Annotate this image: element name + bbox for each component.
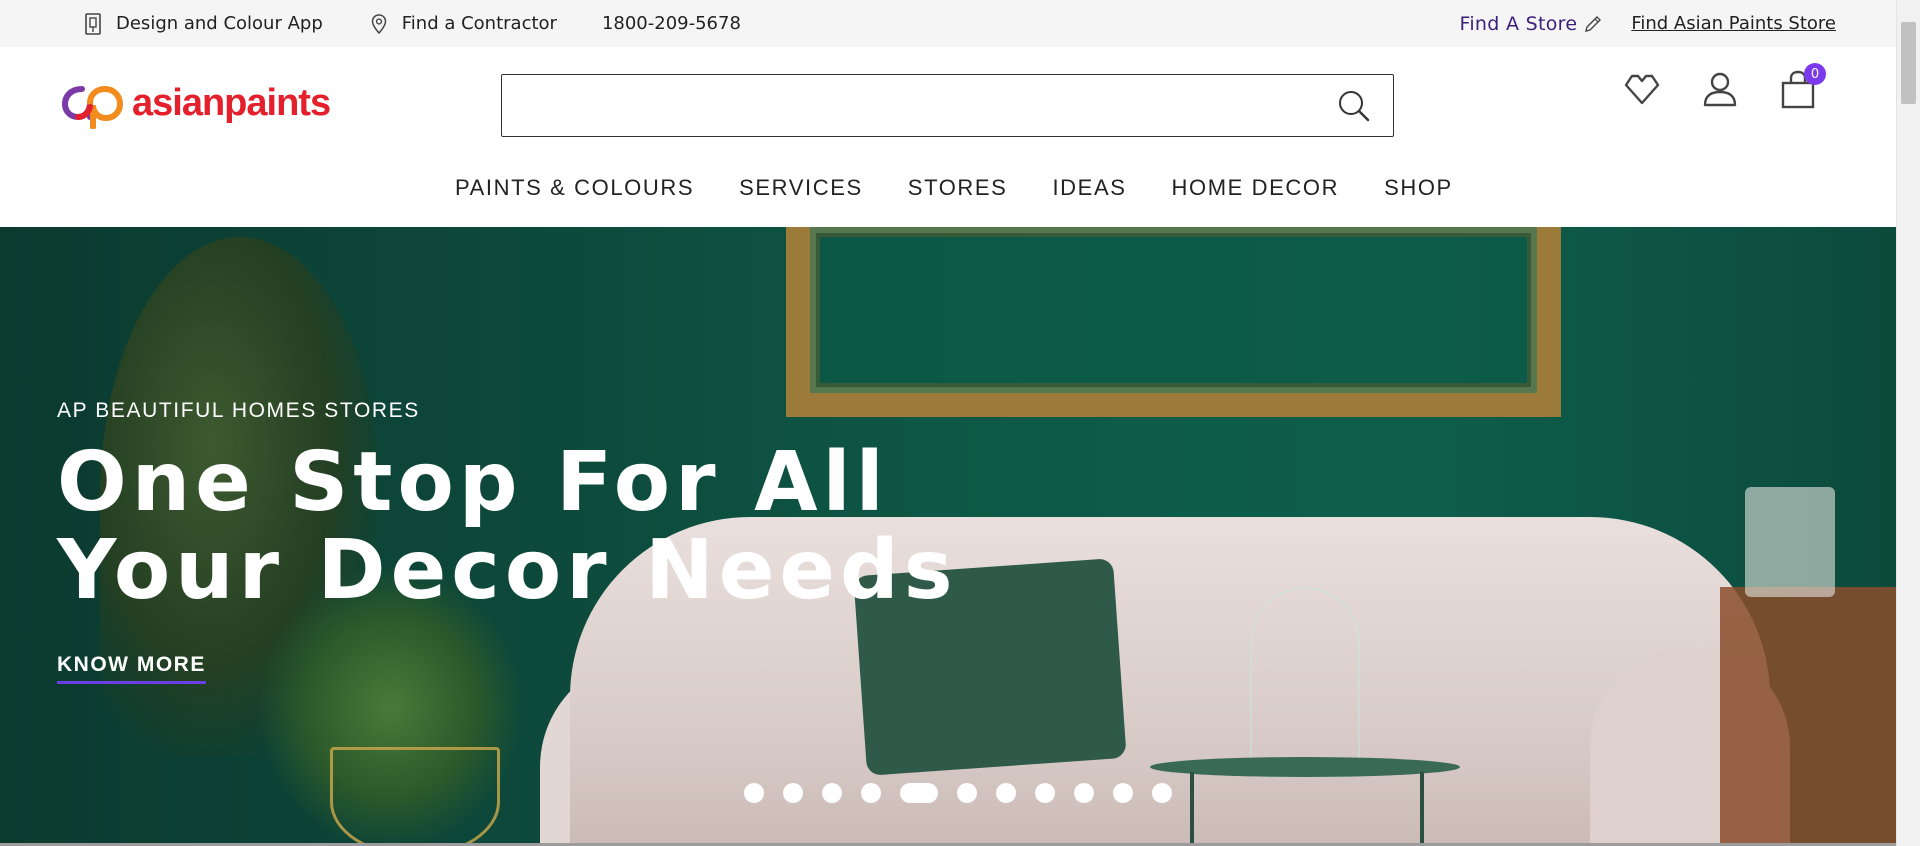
- shelf-art: [1720, 587, 1896, 846]
- find-contractor-link[interactable]: Find a Contractor: [368, 13, 557, 35]
- carousel-dot[interactable]: [744, 783, 764, 803]
- carousel-dot[interactable]: [783, 783, 803, 803]
- app-icon: [82, 12, 104, 35]
- carousel-dot[interactable]: [1113, 783, 1133, 803]
- find-a-store-link[interactable]: Find A Store: [1460, 13, 1604, 35]
- carousel-dot[interactable]: [861, 783, 881, 803]
- table-leg-art: [1420, 772, 1424, 846]
- nav-item-stores[interactable]: STORES: [908, 175, 1008, 201]
- asian-paints-logo[interactable]: asianpaints: [60, 77, 331, 129]
- pencil-icon: [1583, 14, 1603, 34]
- location-pin-icon: [368, 13, 390, 35]
- nav-item-services[interactable]: SERVICES: [739, 175, 863, 201]
- design-app-label: Design and Colour App: [116, 13, 323, 34]
- utility-bar: Design and Colour App Find a Contractor …: [0, 0, 1896, 47]
- find-asian-paints-store-link[interactable]: Find Asian Paints Store: [1631, 13, 1836, 34]
- heart-icon[interactable]: [1622, 69, 1662, 109]
- cart-count-badge: 0: [1804, 63, 1826, 85]
- utility-right: Find A Store Find Asian Paints Store: [1460, 0, 1837, 47]
- find-a-store-label: Find A Store: [1459, 12, 1578, 35]
- carousel-dots: [744, 783, 1191, 803]
- main-nav: PAINTS & COLOURS SERVICES STORES IDEAS H…: [455, 175, 1498, 201]
- scrollbar-thumb[interactable]: [1901, 22, 1916, 104]
- site-header: asianpaints 0 PAINTS & COLOURS SERVICES …: [0, 47, 1896, 227]
- hero-banner[interactable]: AP BEAUTIFUL HOMES STORES One Stop For A…: [0, 227, 1896, 846]
- carousel-dot[interactable]: [822, 783, 842, 803]
- phone-label: 1800-209-5678: [601, 13, 741, 34]
- glass-dome-art: [1250, 587, 1360, 777]
- search-input[interactable]: [502, 75, 1322, 133]
- nav-item-home-decor[interactable]: HOME DECOR: [1172, 175, 1340, 201]
- hero-headline-line1: One Stop For All: [57, 435, 889, 530]
- phone-number[interactable]: 1800-209-5678: [602, 13, 741, 34]
- carousel-dot[interactable]: [1074, 783, 1094, 803]
- carousel-dot[interactable]: [1152, 783, 1172, 803]
- vase-art: [1745, 487, 1835, 597]
- utility-links: Design and Colour App Find a Contractor …: [82, 0, 786, 47]
- hero-headline-line2: Your Decor Needs: [57, 523, 958, 618]
- search-icon[interactable]: [1337, 89, 1371, 123]
- know-more-link[interactable]: KNOW MORE: [57, 653, 206, 684]
- plant-pot-art: [330, 747, 500, 846]
- nav-item-ideas[interactable]: IDEAS: [1052, 175, 1126, 201]
- carousel-dot[interactable]: [996, 783, 1016, 803]
- nav-item-paints-colours[interactable]: PAINTS & COLOURS: [455, 175, 694, 201]
- carousel-dot[interactable]: [900, 783, 938, 803]
- logo-mark-icon: [61, 85, 124, 129]
- carousel-dot[interactable]: [1035, 783, 1055, 803]
- find-contractor-label: Find a Contractor: [401, 13, 557, 34]
- logo-text: asianpaints: [132, 81, 331, 124]
- hero-headline: One Stop For All Your Decor Needs: [57, 439, 958, 615]
- carousel-dot[interactable]: [957, 783, 977, 803]
- design-app-link[interactable]: Design and Colour App: [82, 12, 323, 35]
- side-table-art: [1150, 757, 1460, 777]
- search-box: [501, 74, 1394, 137]
- page-scrollbar[interactable]: [1896, 0, 1920, 846]
- nav-item-shop[interactable]: SHOP: [1384, 175, 1453, 201]
- cart-icon[interactable]: 0: [1778, 63, 1826, 109]
- picture-frame-art: [786, 227, 1561, 417]
- user-icon[interactable]: [1700, 69, 1740, 109]
- hero-eyebrow: AP BEAUTIFUL HOMES STORES: [57, 399, 420, 422]
- header-actions: 0: [1622, 63, 1856, 109]
